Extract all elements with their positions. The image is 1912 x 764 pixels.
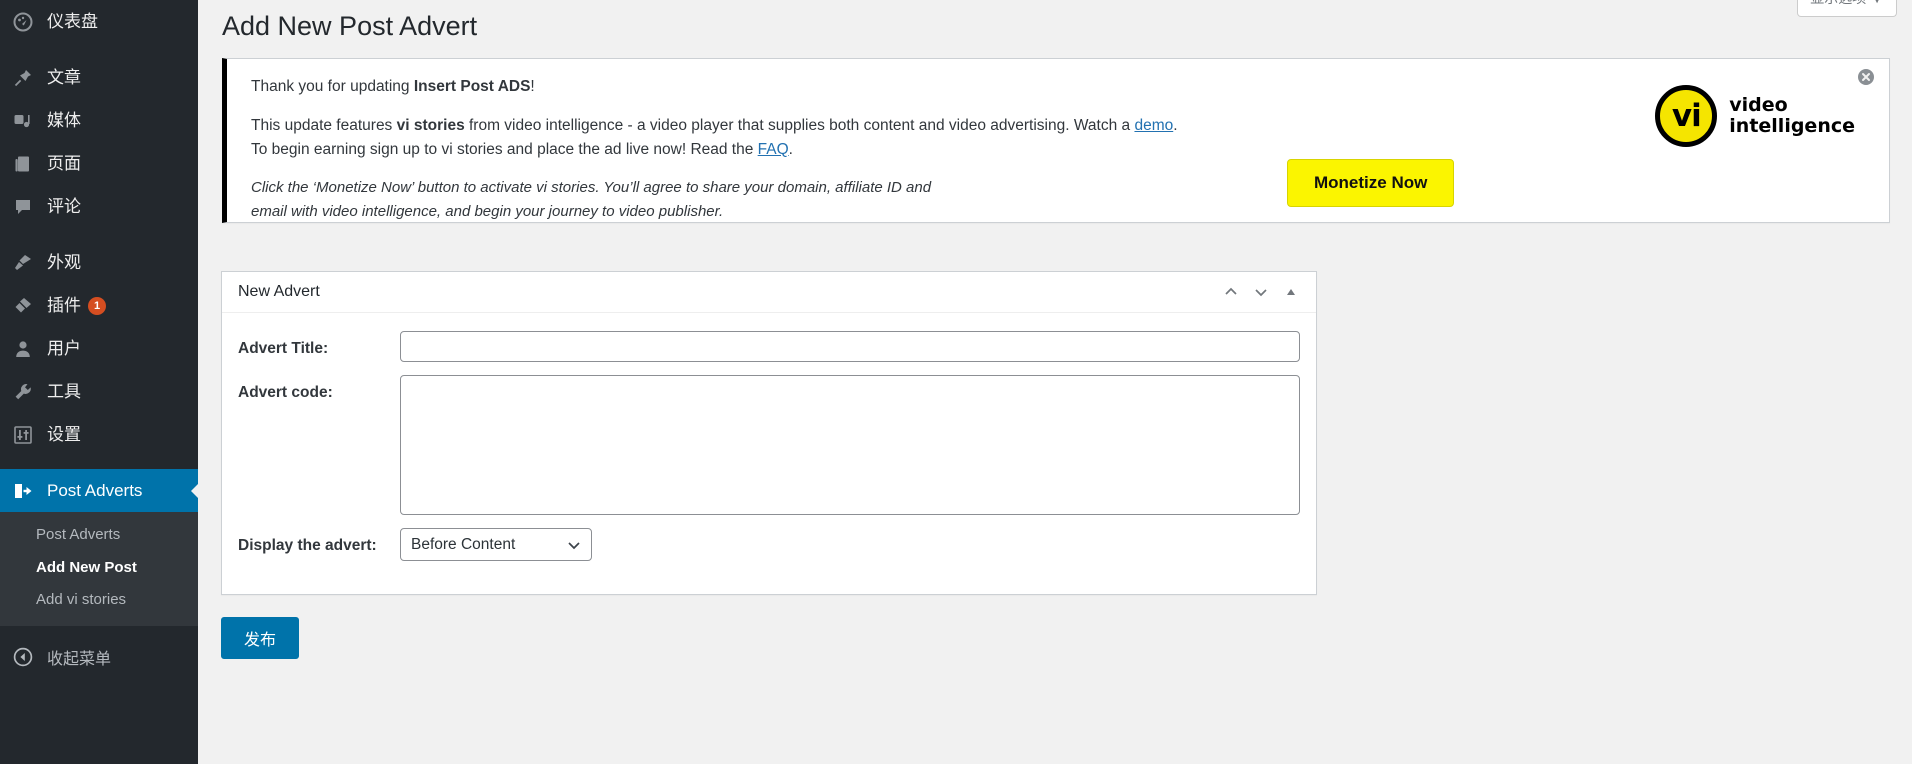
sidebar-item-pages[interactable]: 页面 bbox=[0, 142, 198, 185]
advert-code-row: Advert code: bbox=[238, 375, 1300, 516]
chevron-up-icon[interactable] bbox=[1216, 277, 1246, 307]
demo-link[interactable]: demo bbox=[1134, 117, 1173, 134]
collapse-left-icon bbox=[8, 647, 38, 667]
sidebar-item-label: 外观 bbox=[47, 253, 81, 272]
screen-options-button[interactable]: 显示选项 ▼ bbox=[1797, 0, 1897, 17]
sidebar-item-label: 设置 bbox=[47, 425, 81, 444]
page-icon bbox=[8, 153, 38, 175]
sidebar-item-label: 工具 bbox=[47, 382, 81, 401]
vi-logo-line1: video bbox=[1729, 93, 1788, 116]
advert-title-input[interactable] bbox=[400, 331, 1300, 363]
sidebar-item-post-adverts[interactable]: Post Adverts bbox=[0, 469, 198, 512]
wrench-icon bbox=[8, 381, 38, 403]
sidebar-item-label: 媒体 bbox=[47, 111, 81, 130]
sidebar-separator bbox=[0, 228, 198, 241]
sidebar-item-label: Post Adverts bbox=[47, 481, 143, 500]
sidebar-item-label: 页面 bbox=[47, 154, 81, 173]
update-notice: vi video intelligence Thank you for upda… bbox=[222, 58, 1890, 224]
media-icon bbox=[8, 110, 38, 132]
triangle-up-icon[interactable] bbox=[1276, 277, 1306, 307]
notice-thanks-suffix: ! bbox=[530, 78, 535, 96]
notice-line1-b: from video intelligence - a video player… bbox=[464, 117, 1135, 135]
vi-logo-line2: intelligence bbox=[1729, 115, 1855, 138]
display-advert-row: Display the advert: Before Content bbox=[238, 528, 1300, 562]
collapse-menu-button[interactable]: 收起菜单 bbox=[0, 636, 198, 678]
sidebar-item-settings[interactable]: 设置 bbox=[0, 413, 198, 456]
sidebar-item-media[interactable]: 媒体 bbox=[0, 99, 198, 142]
notice-thanks-prefix: Thank you for updating bbox=[251, 78, 414, 96]
dashboard-icon bbox=[8, 11, 38, 33]
screen-options-label: 显示选项 bbox=[1810, 0, 1866, 6]
plugins-update-badge: 1 bbox=[88, 296, 106, 315]
notice-vi-stories-bold: vi stories bbox=[396, 117, 465, 135]
submenu-item-post-adverts[interactable]: Post Adverts bbox=[0, 519, 198, 552]
settings-sliders-icon bbox=[8, 424, 38, 446]
sidebar-item-label: 插件 bbox=[47, 296, 81, 315]
display-advert-select-wrap: Before Content bbox=[400, 528, 592, 562]
notice-thanks-line: Thank you for updating Insert Post ADS! bbox=[251, 75, 1869, 99]
postbox-body: Advert Title: Advert code: Display the a… bbox=[222, 313, 1316, 594]
sidebar-item-label: 评论 bbox=[47, 197, 81, 216]
postbox-title: New Advert bbox=[238, 283, 320, 301]
sidebar-item-comments[interactable]: 评论 bbox=[0, 185, 198, 228]
advert-title-label: Advert Title: bbox=[238, 340, 329, 358]
postbox-header: New Advert bbox=[222, 272, 1316, 314]
notice-line2-b: . bbox=[788, 141, 793, 159]
page-title: Add New Post Advert bbox=[222, 11, 478, 41]
notice-line2-a: To begin earning sign up to vi stories a… bbox=[251, 141, 758, 159]
pin-icon bbox=[8, 67, 38, 89]
notice-line1-a: This update features bbox=[251, 117, 397, 135]
sidebar-separator bbox=[0, 456, 198, 469]
sidebar-item-posts[interactable]: 文章 bbox=[0, 56, 198, 99]
vi-logo-text: video intelligence bbox=[1729, 93, 1855, 138]
sidebar-item-appearance[interactable]: 外观 bbox=[0, 241, 198, 284]
dismiss-circle-icon[interactable] bbox=[1857, 68, 1875, 86]
chevron-down-icon[interactable] bbox=[1246, 277, 1276, 307]
sidebar-item-plugins[interactable]: 插件 1 bbox=[0, 284, 198, 327]
sidebar-item-label: 文章 bbox=[47, 68, 81, 87]
sidebar-item-label: 用户 bbox=[47, 339, 81, 358]
advert-code-textarea[interactable] bbox=[400, 375, 1300, 516]
notice-italic-text: Click the ‘Monetize Now’ button to activ… bbox=[251, 179, 932, 221]
vi-logo: vi video intelligence bbox=[1655, 85, 1855, 148]
user-icon bbox=[8, 338, 38, 360]
display-advert-select[interactable]: Before Content bbox=[400, 528, 592, 562]
notice-body: This update features vi stories from vid… bbox=[251, 114, 1869, 162]
publish-button[interactable]: 发布 bbox=[221, 617, 300, 660]
comment-icon bbox=[8, 196, 38, 218]
sidebar-item-dashboard[interactable]: 仪表盘 bbox=[0, 0, 198, 43]
vi-logo-mark: vi bbox=[1655, 85, 1718, 148]
sidebar-item-label: 仪表盘 bbox=[47, 12, 98, 31]
chevron-down-icon: ▼ bbox=[1870, 0, 1884, 6]
sidebar-item-tools[interactable]: 工具 bbox=[0, 370, 198, 413]
notice-line1-c: . bbox=[1173, 117, 1178, 135]
advert-title-row: Advert Title: bbox=[238, 331, 1300, 363]
exit-arrow-icon bbox=[8, 480, 38, 502]
collapse-menu-label: 收起菜单 bbox=[47, 650, 112, 668]
sidebar-separator bbox=[0, 43, 198, 56]
display-advert-label: Display the advert: bbox=[238, 537, 377, 555]
monetize-now-button[interactable]: Monetize Now bbox=[1287, 159, 1455, 208]
faq-link[interactable]: FAQ bbox=[758, 141, 789, 158]
advert-code-label: Advert code: bbox=[238, 384, 333, 402]
new-advert-postbox: New Advert Advert Title: Advert code: Di… bbox=[221, 271, 1317, 596]
main-content: 显示选项 ▼ Add New Post Advert vi video inte… bbox=[198, 0, 1912, 764]
sidebar-item-users[interactable]: 用户 bbox=[0, 327, 198, 370]
notice-plugin-name: Insert Post ADS bbox=[413, 78, 531, 96]
submenu-item-add-new-post[interactable]: Add New Post bbox=[0, 552, 198, 585]
submenu-item-add-vi-stories[interactable]: Add vi stories bbox=[0, 584, 198, 617]
plug-icon bbox=[8, 295, 38, 317]
brush-icon bbox=[8, 252, 38, 274]
admin-sidebar: 仪表盘 文章 媒体 页面 评论 外观 插件 1 用户 工具 设置 Post Ad… bbox=[0, 0, 198, 764]
post-adverts-submenu: Post Adverts Add New Post Add vi stories bbox=[0, 512, 198, 626]
